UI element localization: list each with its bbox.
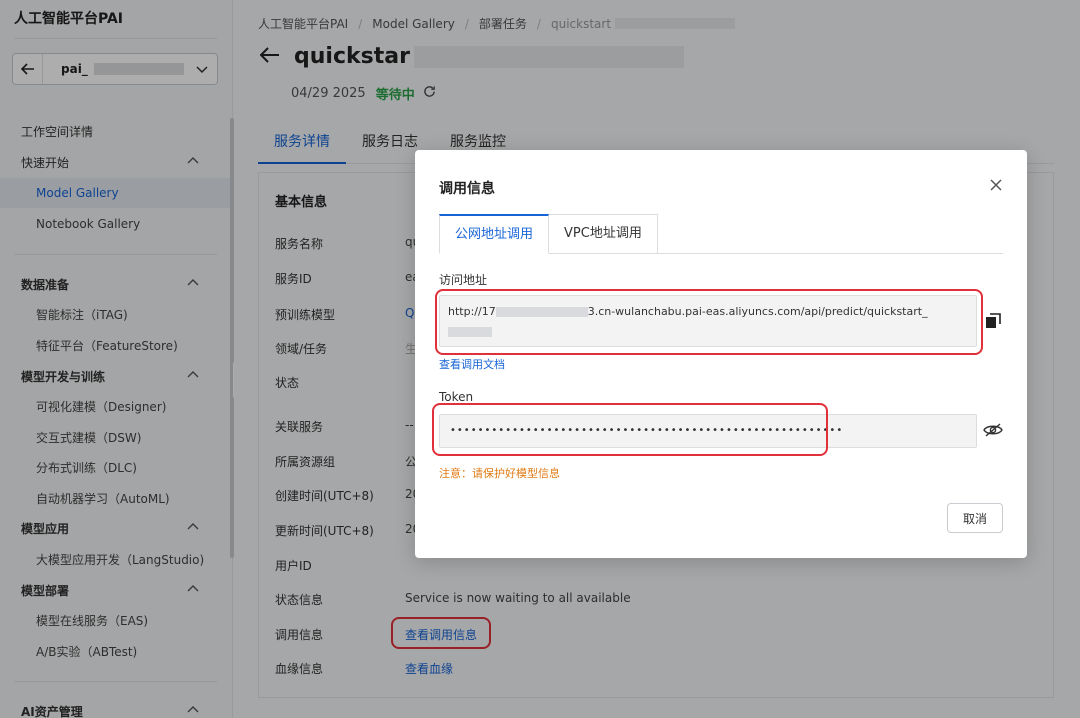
- tab-spacer: [657, 214, 1003, 254]
- highlight-box: [432, 403, 828, 456]
- copy-icon[interactable]: [985, 313, 1001, 332]
- token-label: Token: [439, 390, 474, 404]
- invoke-info-dialog: 调用信息 公网地址调用 VPC地址调用 访问地址 http://17 3.cn-w…: [415, 150, 1027, 558]
- view-doc-link[interactable]: 查看调用文档: [439, 356, 505, 372]
- dialog-title: 调用信息: [439, 181, 495, 197]
- tab-vpc-address[interactable]: VPC地址调用: [549, 214, 658, 254]
- dialog-tabs: 公网地址调用 VPC地址调用: [439, 214, 1003, 254]
- cancel-button[interactable]: 取消: [947, 503, 1003, 533]
- address-label: 访问地址: [439, 273, 488, 287]
- highlight-box: [435, 289, 983, 355]
- warning-text: 注意：请保护好模型信息: [439, 467, 560, 480]
- eye-off-icon[interactable]: [983, 422, 1003, 441]
- close-icon[interactable]: [989, 178, 1003, 192]
- tab-public-address[interactable]: 公网地址调用: [439, 214, 550, 254]
